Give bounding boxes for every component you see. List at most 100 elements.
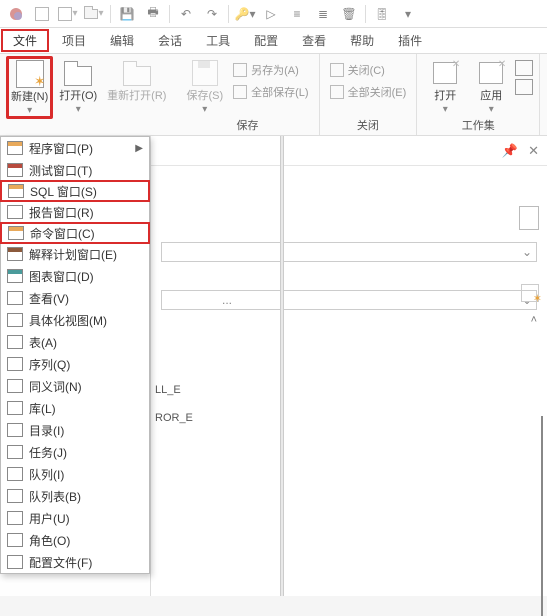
- close-icon: [330, 63, 344, 77]
- save-button[interactable]: 保存(S) ▾: [182, 56, 227, 117]
- chevron-down-icon: ▾: [27, 105, 32, 116]
- menu-plugins[interactable]: 插件: [386, 28, 434, 53]
- qat-db-icon[interactable]: ≡: [285, 3, 309, 25]
- window-icon: [7, 511, 23, 525]
- ws-open-button[interactable]: 打开 ▾: [423, 56, 467, 117]
- reopen-button[interactable]: 重新打开(R): [103, 56, 170, 104]
- ribbon-group-workspace: 打开 ▾ 应用 ▾ 工作集: [417, 54, 540, 135]
- qat-print-icon[interactable]: 🖶: [141, 3, 165, 25]
- qat-new-icon[interactable]: [30, 3, 54, 25]
- chevron-down-icon: ▾: [202, 104, 207, 115]
- dd-item-8[interactable]: 具体化视图(M): [1, 309, 149, 331]
- dd-item-5[interactable]: 解释计划窗口(E): [1, 243, 149, 265]
- dd-item-10[interactable]: 序列(Q): [1, 353, 149, 375]
- open-button[interactable]: 打开(O) ▾: [55, 56, 101, 117]
- menu-session[interactable]: 会话: [146, 28, 194, 53]
- chevron-down-icon: ▾: [76, 104, 81, 115]
- list-text-2: ROR_E: [155, 412, 193, 424]
- dd-item-19[interactable]: 配置文件(F): [1, 551, 149, 573]
- save-label: 保存(S): [186, 90, 223, 102]
- qat-save-icon[interactable]: 💾: [115, 3, 139, 25]
- menu-project[interactable]: 项目: [50, 28, 98, 53]
- new-label: 新建(N): [11, 91, 48, 103]
- dd-item-label: 配置文件(F): [29, 554, 92, 571]
- menu-view[interactable]: 查看: [290, 28, 338, 53]
- pin-icon[interactable]: 📌: [502, 143, 518, 159]
- qat-more-icon[interactable]: ▾: [396, 3, 420, 25]
- window-icon: [7, 205, 23, 219]
- qat-window-icon[interactable]: ▾: [56, 3, 80, 25]
- menu-help[interactable]: 帮助: [338, 28, 386, 53]
- window-icon: [7, 269, 23, 283]
- qat-open-icon[interactable]: ▾: [82, 3, 106, 25]
- panel-body: ⌄ ⌄ ˄ LL_E ROR_E: [151, 166, 547, 596]
- combo-1[interactable]: ⌄: [161, 242, 537, 262]
- new-item-slot[interactable]: [521, 284, 539, 302]
- dd-item-label: 具体化视图(M): [29, 312, 107, 329]
- dd-item-6[interactable]: 图表窗口(D): [1, 265, 149, 287]
- dd-item-label: 任务(J): [29, 444, 67, 461]
- ribbon: 新建(N) ▾ 打开(O) ▾ 重新打开(R) 保存(S) ▾ 另存为(A): [0, 54, 547, 136]
- group-spacer: [87, 121, 90, 135]
- dd-item-label: 程序窗口(P): [29, 140, 93, 157]
- saveall-icon: [233, 85, 247, 99]
- ws-apply-button[interactable]: 应用 ▾: [469, 56, 513, 117]
- collapse-icon[interactable]: ˄: [531, 314, 537, 326]
- closeall-button[interactable]: 全部关闭(E): [326, 82, 411, 102]
- saveall-button[interactable]: 全部保存(L): [229, 82, 312, 102]
- qat-sliders-icon[interactable]: 🎚: [370, 3, 394, 25]
- saveas-button[interactable]: 另存为(A): [229, 60, 312, 80]
- reopen-label: 重新打开(R): [107, 90, 166, 102]
- quick-access-toolbar: ▾ ▾ 💾 🖶 ↶ ↷ 🔑▾ ▷ ≡ ≣ 🗑 🎚 ▾: [0, 0, 547, 28]
- separator: [110, 5, 111, 23]
- qat-run-icon[interactable]: ▷: [259, 3, 283, 25]
- slot-box[interactable]: [519, 206, 539, 230]
- closeall-label: 全部关闭(E): [348, 84, 407, 100]
- menu-tools[interactable]: 工具: [194, 28, 242, 53]
- dd-item-label: 队列表(B): [29, 488, 81, 505]
- dd-item-14[interactable]: 任务(J): [1, 441, 149, 463]
- combo-2[interactable]: ⌄: [161, 290, 537, 310]
- qat-db2-icon[interactable]: ≣: [311, 3, 335, 25]
- menu-edit[interactable]: 编辑: [98, 28, 146, 53]
- dd-item-7[interactable]: 查看(V): [1, 287, 149, 309]
- separator: [365, 5, 366, 23]
- dd-item-4[interactable]: 命令窗口(C): [0, 222, 150, 244]
- dd-item-label: 测试窗口(T): [29, 162, 92, 179]
- splitter[interactable]: [280, 136, 284, 596]
- qat-undo-icon[interactable]: ↶: [174, 3, 198, 25]
- dd-item-11[interactable]: 同义词(N): [1, 375, 149, 397]
- saveall-label: 全部保存(L): [251, 84, 308, 100]
- close-button[interactable]: 关闭(C): [326, 60, 411, 80]
- new-button[interactable]: 新建(N) ▾: [6, 56, 53, 119]
- app-icon: [4, 3, 28, 25]
- panel-right: 📌 ✕ ⌄ ⌄ ˄ LL_E ROR_E: [150, 136, 547, 596]
- menu-config[interactable]: 配置: [242, 28, 290, 53]
- dd-item-label: 查看(V): [29, 290, 69, 307]
- dd-item-12[interactable]: 库(L): [1, 397, 149, 419]
- ribbon-group-file: 新建(N) ▾ 打开(O) ▾ 重新打开(R): [0, 54, 176, 135]
- ws-open-label: 打开: [434, 90, 456, 102]
- ws-mini1-icon[interactable]: [515, 60, 533, 76]
- dd-item-16[interactable]: 队列表(B): [1, 485, 149, 507]
- close-panel-icon[interactable]: ✕: [528, 143, 539, 159]
- qat-redo-icon[interactable]: ↷: [200, 3, 224, 25]
- window-icon: [8, 184, 24, 198]
- dd-item-2[interactable]: SQL 窗口(S): [0, 180, 150, 202]
- menu-file[interactable]: 文件: [1, 29, 49, 52]
- dd-item-15[interactable]: 队列(I): [1, 463, 149, 485]
- scrollbar[interactable]: [541, 416, 543, 616]
- dd-item-17[interactable]: 用户(U): [1, 507, 149, 529]
- group-close-label: 关闭: [357, 117, 379, 135]
- dd-item-3[interactable]: 报告窗口(R): [1, 201, 149, 223]
- dd-item-1[interactable]: 测试窗口(T): [1, 159, 149, 181]
- dd-item-0[interactable]: 程序窗口(P)▶: [1, 137, 149, 159]
- dd-item-label: 解释计划窗口(E): [29, 246, 117, 263]
- qat-trash-icon[interactable]: 🗑: [337, 3, 361, 25]
- ws-mini2-icon[interactable]: [515, 79, 533, 95]
- dd-item-13[interactable]: 目录(I): [1, 419, 149, 441]
- dd-item-18[interactable]: 角色(O): [1, 529, 149, 551]
- open-folder-icon: [61, 58, 95, 88]
- qat-key-icon[interactable]: 🔑▾: [233, 3, 257, 25]
- dd-item-9[interactable]: 表(A): [1, 331, 149, 353]
